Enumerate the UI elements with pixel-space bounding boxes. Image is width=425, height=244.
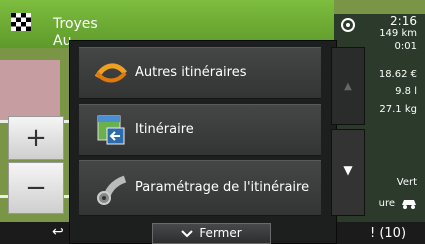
map-area bbox=[0, 60, 60, 120]
mode-label: ure bbox=[378, 198, 395, 209]
co2-emission: 27.1 kg bbox=[379, 104, 417, 115]
menu-item-label: Autres itinéraires bbox=[135, 65, 247, 80]
checkered-flag-icon bbox=[11, 13, 31, 31]
zoom-in-button[interactable]: + bbox=[8, 116, 64, 160]
vehicle-icon bbox=[341, 18, 355, 32]
fuel-consumption: 9.8 l bbox=[395, 86, 417, 97]
menu-item-route-settings[interactable]: Paramétrage de l'itinéraire bbox=[79, 160, 321, 216]
alternative-routes-icon bbox=[95, 63, 127, 83]
menu-item-itinerary[interactable]: Itinéraire bbox=[79, 104, 321, 156]
chevron-down-icon bbox=[181, 229, 194, 237]
close-button[interactable]: Fermer bbox=[152, 223, 271, 244]
remaining-time: 0:01 bbox=[394, 41, 417, 52]
trip-cost: 18.62 € bbox=[378, 69, 417, 80]
back-icon: ↩ bbox=[52, 224, 64, 240]
scroll-up-button[interactable]: ▲ bbox=[331, 47, 365, 125]
menu-item-alternative-routes[interactable]: Autres itinéraires bbox=[79, 47, 321, 99]
destination-city: Troyes bbox=[53, 16, 98, 32]
bottom-info: ! (10) bbox=[370, 226, 407, 241]
menu-item-label: Paramétrage de l'itinéraire bbox=[135, 180, 310, 195]
status-label: Vert bbox=[396, 177, 417, 188]
menu-item-label: Itinéraire bbox=[135, 122, 194, 137]
scroll-down-button[interactable]: ▼ bbox=[331, 129, 365, 216]
arrival-time: 2:16 bbox=[390, 14, 417, 28]
remaining-distance: 149 km bbox=[379, 28, 417, 39]
itinerary-icon bbox=[97, 115, 125, 145]
zoom-out-button[interactable]: − bbox=[8, 162, 64, 214]
close-button-label: Fermer bbox=[199, 226, 242, 240]
route-settings-icon bbox=[97, 175, 127, 205]
car-icon bbox=[402, 200, 416, 209]
